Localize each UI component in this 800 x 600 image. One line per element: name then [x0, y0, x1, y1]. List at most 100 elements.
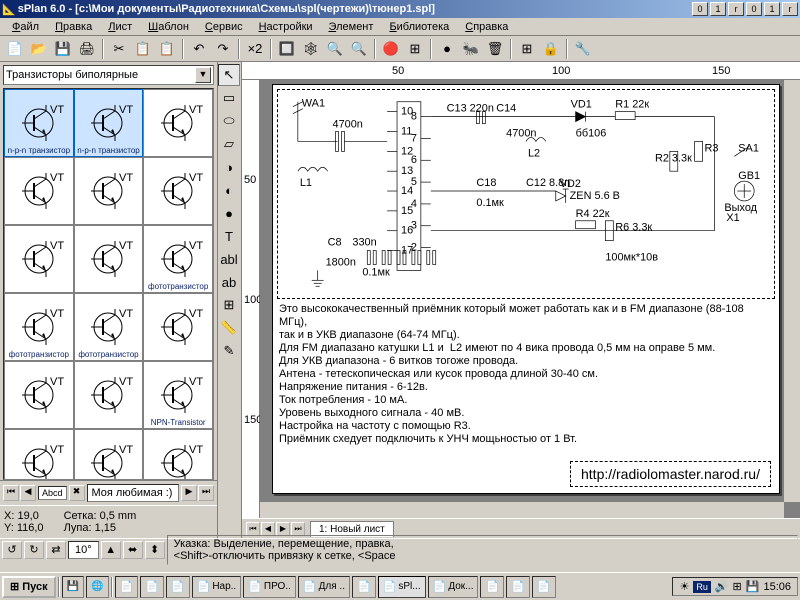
toolbar-button[interactable]: 🔴: [380, 38, 402, 60]
taskbar-item[interactable]: 📄sPl...: [378, 576, 426, 598]
toolbar-button[interactable]: 📄: [4, 38, 26, 60]
tool-button[interactable]: 📏: [218, 317, 240, 339]
mirror-h-button[interactable]: ⬌: [123, 541, 143, 559]
tool-button[interactable]: T: [218, 225, 240, 247]
toolbar-button[interactable]: 📋: [132, 38, 154, 60]
tool-button[interactable]: ab: [218, 271, 240, 293]
drawing-page[interactable]: WA1101112131415161787654324700nL1C13 220…: [272, 84, 780, 494]
language-indicator[interactable]: Ru: [693, 581, 711, 593]
library-component[interactable]: VT?: [74, 157, 144, 225]
child-minimize-button[interactable]: 0: [746, 2, 762, 16]
menu-item[interactable]: Справка: [457, 19, 516, 35]
taskbar-item[interactable]: 📄: [480, 576, 504, 598]
library-component[interactable]: VT?n-p-n транзистор: [74, 89, 144, 157]
library-component[interactable]: VT?n-p-n транзистор: [4, 89, 74, 157]
library-component[interactable]: VT?: [143, 429, 213, 480]
taskbar-item[interactable]: 📄: [532, 576, 556, 598]
toolbar-button[interactable]: ×2: [244, 38, 266, 60]
angle-up[interactable]: ▲: [101, 541, 121, 559]
canvas[interactable]: WA1101112131415161787654324700nL1C13 220…: [260, 80, 800, 518]
mirror-v-button[interactable]: ⬍: [145, 541, 165, 559]
tab-nav-first[interactable]: ⏮: [246, 522, 260, 536]
quicklaunch[interactable]: 🌐: [86, 576, 108, 598]
taskbar-item[interactable]: 📄: [506, 576, 530, 598]
tray-icon[interactable]: 💾: [746, 580, 760, 593]
toolbar-button[interactable]: ↷: [212, 38, 234, 60]
schematic-area[interactable]: WA1101112131415161787654324700nL1C13 220…: [277, 89, 775, 299]
toolbar-button[interactable]: ⊞: [404, 38, 426, 60]
lib-nav-last[interactable]: ⏭: [198, 485, 214, 501]
library-component[interactable]: VT?NPN-Transistor: [143, 361, 213, 429]
library-component[interactable]: VT?: [143, 293, 213, 361]
lib-clear[interactable]: ✖: [69, 485, 85, 501]
scrollbar-vertical[interactable]: [784, 80, 800, 502]
lib-nav-prev[interactable]: ◀: [20, 485, 36, 501]
toolbar-button[interactable]: 🕸: [300, 38, 322, 60]
flip-button[interactable]: ⇄: [46, 541, 66, 559]
scrollbar-horizontal[interactable]: [260, 502, 784, 518]
library-component[interactable]: VT?: [143, 157, 213, 225]
toolbar-button[interactable]: 🐜: [460, 38, 482, 60]
menu-item[interactable]: Шаблон: [140, 19, 197, 35]
lib-nav-next[interactable]: ▶: [181, 485, 197, 501]
quicklaunch[interactable]: 💾: [62, 576, 84, 598]
rotate-right-button[interactable]: ↻: [24, 541, 44, 559]
library-component[interactable]: VT?: [4, 157, 74, 225]
taskbar-item[interactable]: 📄Нар..: [192, 576, 242, 598]
tray-icon[interactable]: 🔊: [715, 580, 729, 593]
menu-item[interactable]: Правка: [47, 19, 100, 35]
minimize-button[interactable]: 0: [692, 2, 708, 16]
rotate-left-button[interactable]: ↺: [2, 541, 22, 559]
library-component[interactable]: VT?: [143, 89, 213, 157]
menu-item[interactable]: Настройки: [251, 19, 321, 35]
menu-item[interactable]: Сервис: [197, 19, 251, 35]
child-maximize-button[interactable]: 1: [764, 2, 780, 16]
toolbar-button[interactable]: ●: [436, 38, 458, 60]
menu-item[interactable]: Библиотека: [381, 19, 457, 35]
taskbar-item[interactable]: 📄ПРО..: [243, 576, 296, 598]
toolbar-button[interactable]: 🔲: [276, 38, 298, 60]
tool-button[interactable]: ▭: [218, 87, 240, 109]
maximize-button[interactable]: 1: [710, 2, 726, 16]
toolbar-button[interactable]: 🔍: [324, 38, 346, 60]
library-component[interactable]: VT?фототранзистор: [4, 293, 74, 361]
tool-button[interactable]: ✎: [218, 340, 240, 362]
taskbar-item[interactable]: 📄: [166, 576, 190, 598]
tool-button[interactable]: ⊞: [218, 294, 240, 316]
category-dropdown[interactable]: Транзисторы биполярные ▼: [3, 65, 214, 85]
menu-item[interactable]: Лист: [100, 19, 140, 35]
toolbar-button[interactable]: 🔧: [572, 38, 594, 60]
tool-button[interactable]: abl: [218, 248, 240, 270]
library-component[interactable]: VT?: [4, 429, 74, 480]
toolbar-button[interactable]: 📂: [28, 38, 50, 60]
toolbar-button[interactable]: ✂: [108, 38, 130, 60]
toolbar-button[interactable]: ⊞: [516, 38, 538, 60]
tool-button[interactable]: ◐: [218, 179, 240, 201]
menu-item[interactable]: Файл: [4, 19, 47, 35]
toolbar-button[interactable]: 🗑: [484, 38, 506, 60]
system-tray[interactable]: ☀ Ru 🔊 ⊞ 💾 15:06: [672, 577, 798, 596]
angle-field[interactable]: 10°: [68, 541, 99, 559]
library-component[interactable]: VT?фототранзистор: [74, 293, 144, 361]
toolbar-button[interactable]: 🖨: [76, 38, 98, 60]
library-component[interactable]: VT?: [74, 361, 144, 429]
tool-button[interactable]: ●: [218, 202, 240, 224]
lib-nav-first[interactable]: ⏮: [3, 485, 19, 501]
taskbar-item[interactable]: 📄: [140, 576, 164, 598]
clock[interactable]: 15:06: [763, 581, 791, 593]
close-button[interactable]: r: [728, 2, 744, 16]
toolbar-button[interactable]: 📋: [156, 38, 178, 60]
library-favorite[interactable]: Моя любимая :): [87, 484, 179, 502]
toolbar-button[interactable]: 🔍: [348, 38, 370, 60]
library-component[interactable]: VT?: [74, 225, 144, 293]
library-component[interactable]: VT?фототранзистор: [143, 225, 213, 293]
taskbar-item[interactable]: 📄Для ..: [298, 576, 350, 598]
tool-button[interactable]: ▱: [218, 133, 240, 155]
tab-nav-prev[interactable]: ◀: [261, 522, 275, 536]
tool-button[interactable]: ◑: [218, 156, 240, 178]
toolbar-button[interactable]: ↶: [188, 38, 210, 60]
tray-icon[interactable]: ⊞: [733, 580, 742, 593]
tool-button[interactable]: ↖: [218, 64, 240, 86]
tab-nav-next[interactable]: ▶: [276, 522, 290, 536]
library-component[interactable]: VT?: [4, 225, 74, 293]
